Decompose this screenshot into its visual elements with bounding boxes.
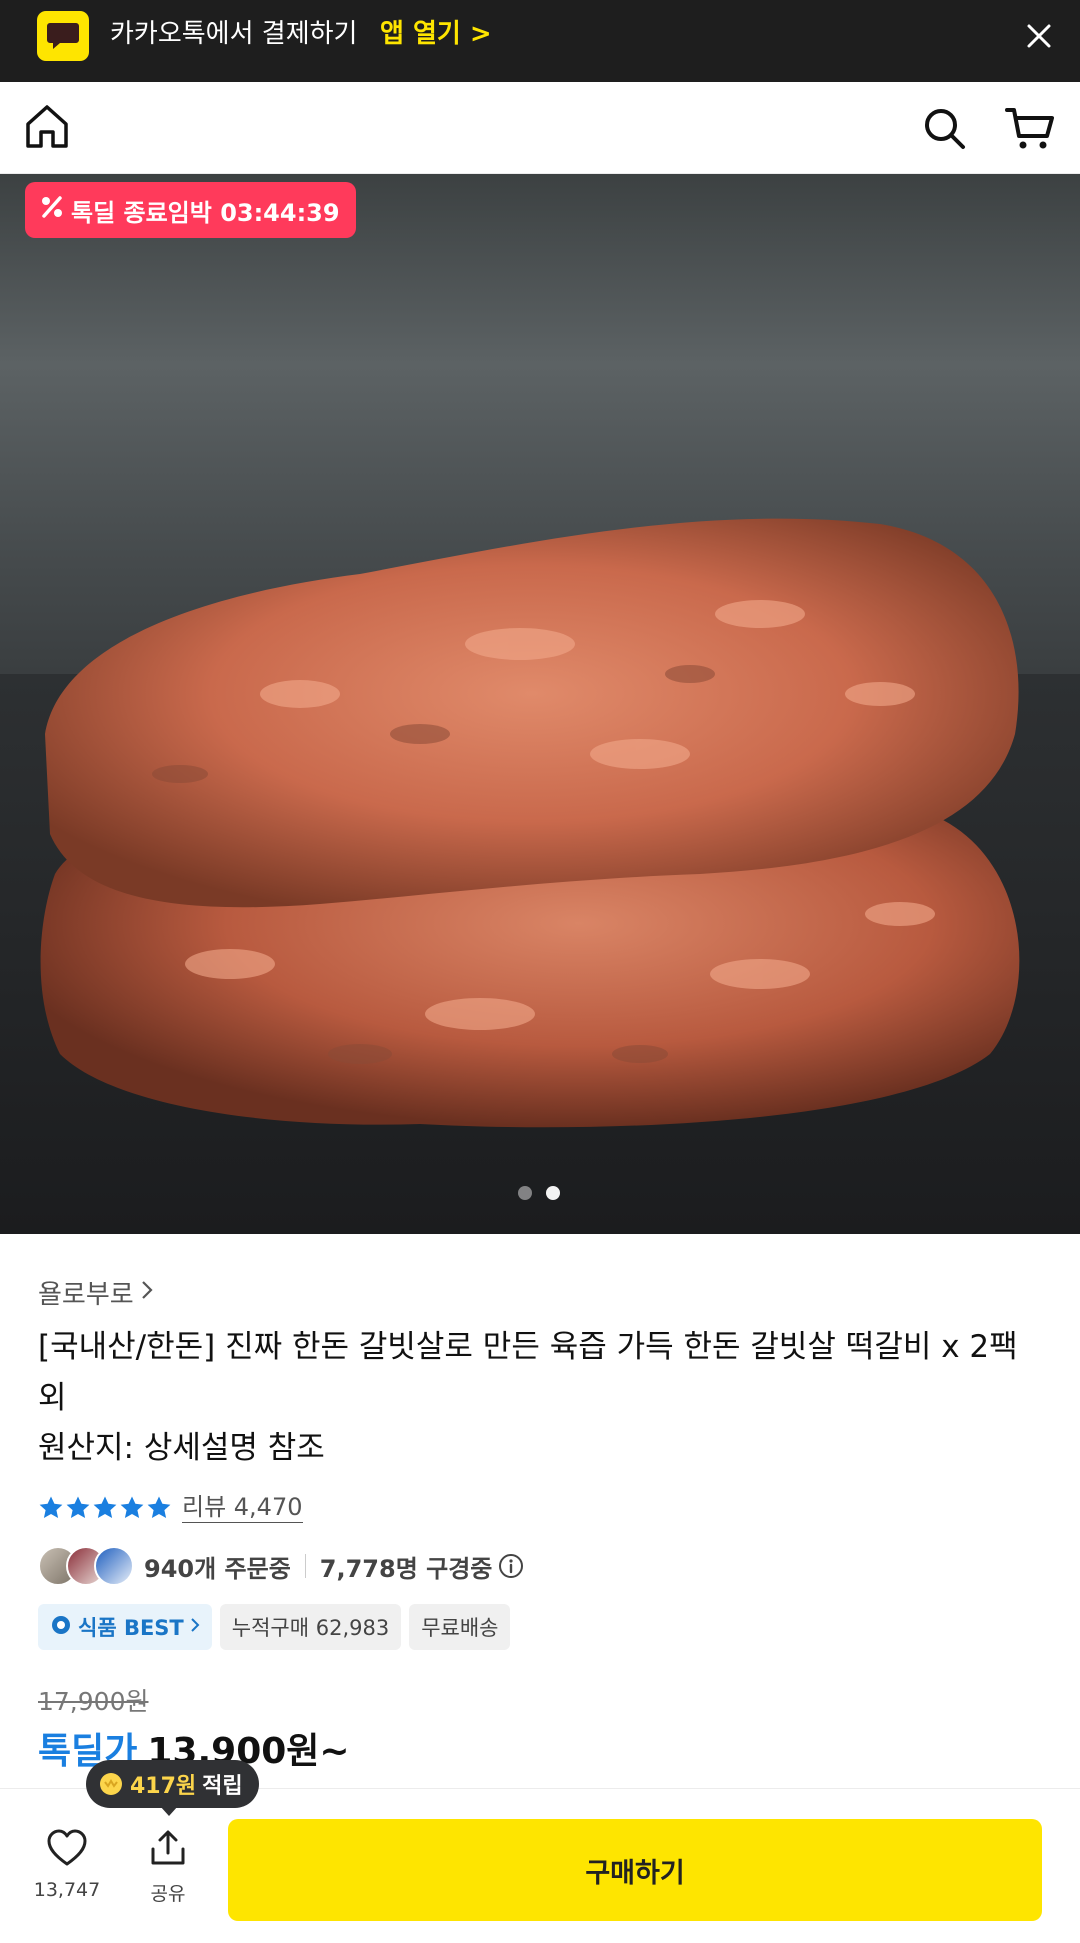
star-rating <box>38 1495 172 1521</box>
brand-link[interactable]: 욜로부로 <box>38 1274 154 1311</box>
carousel-indicator <box>518 1186 560 1200</box>
order-stats-row: 940개 주문중 7,778명 구경중 <box>38 1546 524 1586</box>
avatar <box>94 1546 134 1586</box>
star-icon <box>120 1496 144 1518</box>
brand-name: 욜로부로 <box>38 1280 134 1310</box>
star-icon <box>66 1496 90 1518</box>
best-tag-label: 식품 BEST <box>78 1616 184 1640</box>
viewers-count: 7,778명 구경중 <box>319 1554 493 1583</box>
tooltip-tail <box>160 1806 178 1816</box>
coin-icon <box>98 1771 124 1797</box>
cart-icon[interactable] <box>1004 104 1056 152</box>
best-tag[interactable]: 식품 BEST <box>38 1604 212 1650</box>
carousel-dot-active[interactable] <box>546 1186 560 1200</box>
like-count: 13,747 <box>33 1879 101 1901</box>
review-link[interactable]: 리뷰 4,470 <box>182 1492 303 1523</box>
product-origin: 원산지: 상세설명 참조 <box>38 1430 325 1466</box>
rating-row: 리뷰 4,470 <box>38 1492 303 1523</box>
chevron-right-icon <box>190 1615 200 1639</box>
kakaotalk-logo-icon <box>37 11 89 61</box>
star-icon <box>39 1496 63 1518</box>
star-icon <box>93 1496 117 1518</box>
share-label: 공유 <box>150 1883 186 1905</box>
cumulative-purchase-tag: 누적구매 62,983 <box>219 1604 402 1650</box>
product-image-carousel[interactable]: 톡딜 종료임박 03:44:39 <box>0 174 1080 1234</box>
kakao-app-banner[interactable]: 카카오톡에서 결제하기 앱 열기 > <box>0 0 1080 82</box>
heart-icon <box>46 1829 88 1871</box>
info-icon[interactable] <box>498 1553 524 1579</box>
chevron-right-icon <box>140 1278 154 1308</box>
free-shipping-tag: 무료배송 <box>409 1604 511 1650</box>
top-nav-bar <box>0 82 1080 174</box>
search-icon[interactable] <box>920 104 968 152</box>
banner-text: 카카오톡에서 결제하기 <box>110 19 358 49</box>
close-icon[interactable] <box>1020 17 1058 55</box>
divider <box>304 1554 306 1578</box>
points-amount: 417원 <box>130 1774 197 1799</box>
product-title: [국내산/한돈] 진짜 한돈 갈빗살로 만든 육즙 가득 한돈 갈빗살 떡갈비 … <box>38 1329 1018 1416</box>
like-button[interactable]: 13,747 <box>30 1829 104 1901</box>
share-button[interactable]: 공유 <box>136 1829 200 1906</box>
buyer-avatars <box>38 1546 134 1586</box>
deal-countdown-text: 톡딜 종료임박 03:44:39 <box>71 198 340 227</box>
share-icon <box>148 1829 188 1871</box>
open-app-link[interactable]: 앱 열기 > <box>380 16 492 52</box>
badge-gear-icon <box>50 1614 72 1641</box>
product-photo <box>0 518 1080 1234</box>
buy-button[interactable]: 구매하기 <box>228 1819 1042 1921</box>
points-tooltip: 417원 적립 <box>86 1760 259 1808</box>
star-icon <box>147 1496 171 1518</box>
deal-countdown-badge: 톡딜 종료임박 03:44:39 <box>25 182 356 238</box>
orders-count: 940개 주문중 <box>144 1554 291 1583</box>
points-suffix: 적립 <box>202 1774 243 1799</box>
home-icon[interactable] <box>24 102 70 152</box>
carousel-dot[interactable] <box>518 1186 532 1200</box>
percent-icon <box>39 194 65 226</box>
original-price: 17,900원 <box>38 1687 149 1716</box>
product-tags: 식품 BEST 누적구매 62,983 무료배송 <box>38 1604 511 1650</box>
